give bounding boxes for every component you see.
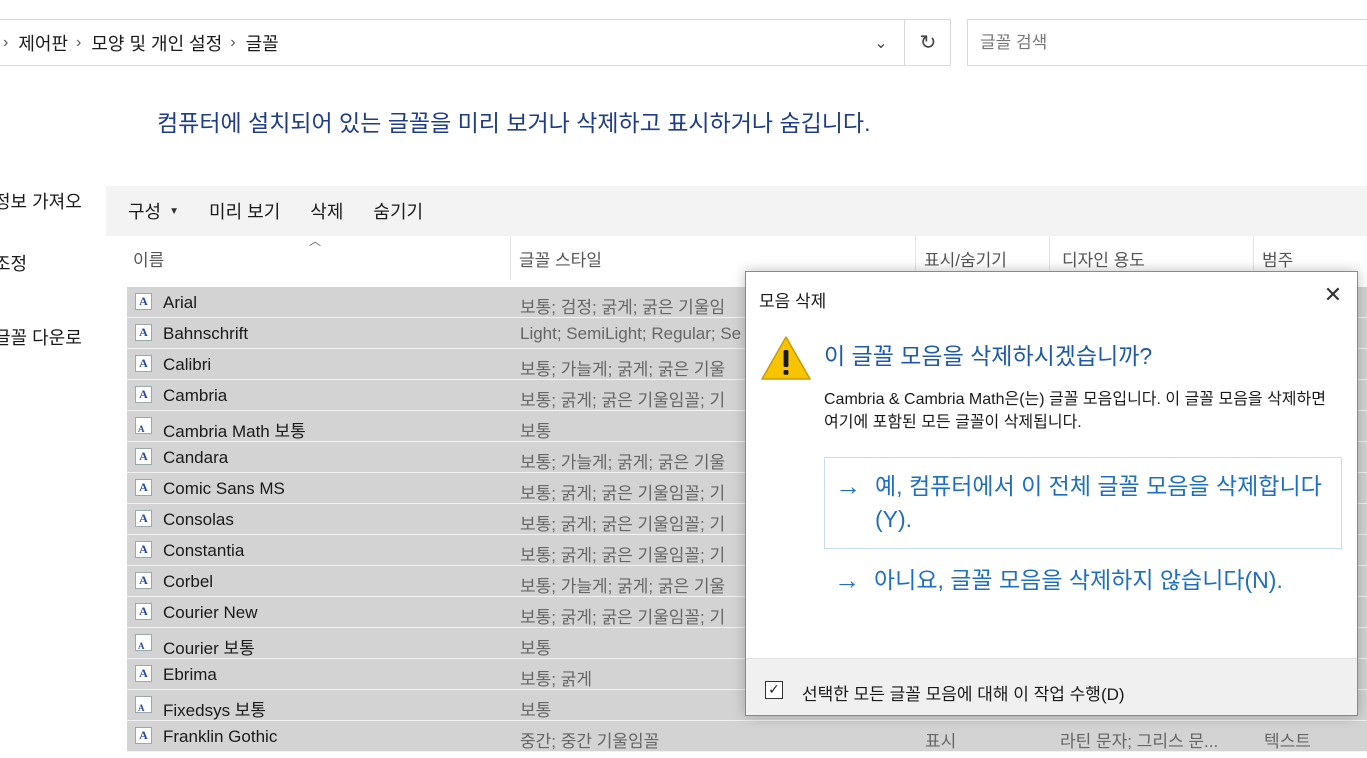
font-family-icon: A xyxy=(135,479,152,496)
warning-icon xyxy=(761,336,811,380)
font-style: 보통 xyxy=(520,701,552,720)
refresh-icon[interactable]: ↻ xyxy=(905,20,951,65)
font-style: 보통; 가늘게; 굵게; 굵은 기울 xyxy=(520,577,726,596)
organize-label: 구성 xyxy=(128,202,162,222)
font-style: Light; SemiLight; Regular; Se xyxy=(520,324,742,343)
breadcrumb: › 제어판 › 모양 및 개인 설정 › 글꼴 xyxy=(0,20,283,65)
arrow-right-icon: → xyxy=(835,471,861,501)
column-header-name[interactable]: 이름 xyxy=(125,236,511,280)
yes-option-label: 예, 컴퓨터에서 이 전체 글꼴 모음을 삭제합니다(Y). xyxy=(875,473,1322,532)
font-family-icon: A xyxy=(135,293,152,310)
font-name: Courier New xyxy=(163,603,258,622)
delete-family-dialog: 모음 삭제 ✕ 이 글꼴 모음을 삭제하시겠습니까? Cambria & Cam… xyxy=(745,271,1358,716)
font-name: Constantia xyxy=(163,541,245,560)
hide-button[interactable]: 숨기기 xyxy=(358,186,438,236)
font-style: 보통; 검정; 굵게; 굵은 기울임 xyxy=(520,298,726,317)
dialog-footer: ✓ 선택한 모든 글꼴 모음에 대해 이 작업 수행(D) xyxy=(746,658,1357,715)
crumb-appearance[interactable]: 모양 및 개인 설정 xyxy=(91,30,222,56)
font-family-icon: A xyxy=(135,727,152,744)
font-style: 보통; 굵게; 굵은 기울임꼴; 기 xyxy=(520,515,726,534)
font-name: Ebrima xyxy=(163,665,217,684)
arrow-right-icon: → xyxy=(834,565,860,595)
font-name: Courier 보통 xyxy=(163,639,255,658)
font-style: 보통; 가늘게; 굵게; 굵은 기울 xyxy=(520,360,726,379)
font-family-icon: A xyxy=(135,510,152,527)
organize-button[interactable]: 구성 ▼ xyxy=(106,186,194,236)
font-name: Comic Sans MS xyxy=(163,479,285,498)
left-nav-adjust[interactable]: 조정 xyxy=(0,250,27,276)
font-family-icon: A xyxy=(135,665,152,682)
font-style: 보통; 굵게; 굵은 기울임꼴; 기 xyxy=(520,546,726,565)
search-input[interactable] xyxy=(968,20,1367,65)
command-bar: 구성 ▼ 미리 보기 삭제 숨기기 xyxy=(106,186,1367,236)
font-file-icon: A xyxy=(135,696,152,713)
font-family-icon: A xyxy=(135,324,152,341)
font-show-hide: 표시 xyxy=(925,732,957,751)
font-name: Arial xyxy=(163,293,198,312)
search-box[interactable] xyxy=(967,19,1367,66)
chevron-right-icon[interactable]: › xyxy=(76,34,81,52)
font-style: 보통 xyxy=(520,422,552,441)
font-name: Corbel xyxy=(163,572,214,591)
font-style: 보통; 가늘게; 굵게; 굵은 기울 xyxy=(520,453,726,472)
font-name: Fixedsys 보통 xyxy=(163,701,267,720)
delete-button[interactable]: 삭제 xyxy=(295,186,358,236)
apply-all-checkbox[interactable]: ✓ xyxy=(765,681,783,699)
apply-all-label[interactable]: 선택한 모든 글꼴 모음에 대해 이 작업 수행(D) xyxy=(802,680,1125,705)
font-name: Calibri xyxy=(163,355,212,374)
font-name: Cambria xyxy=(163,386,228,405)
crumb-control-panel[interactable]: 제어판 xyxy=(18,30,68,56)
no-option-label: 아니요, 글꼴 모음을 삭제하지 않습니다(N). xyxy=(874,567,1283,593)
font-style: 중간; 중간 기울임꼴 xyxy=(520,732,660,751)
address-bar[interactable]: › 제어판 › 모양 및 개인 설정 › 글꼴 ⌄ ↻ xyxy=(0,19,951,66)
font-style: 보통; 굵게; 굵은 기울임꼴; 기 xyxy=(520,391,726,410)
font-category: 텍스트 xyxy=(1264,732,1311,751)
font-file-icon: A xyxy=(135,417,152,434)
left-nav-download[interactable]: 글꼴 다운로 xyxy=(0,324,82,350)
font-name: Bahnschrift xyxy=(163,324,249,343)
font-name: Candara xyxy=(163,448,229,467)
font-style: 보통 xyxy=(520,639,552,658)
yes-delete-option[interactable]: → 예, 컴퓨터에서 이 전체 글꼴 모음을 삭제합니다(Y). xyxy=(824,457,1342,549)
font-design: 라틴 문자; 그리스 문... xyxy=(1060,732,1219,751)
font-name: Cambria Math 보통 xyxy=(163,422,306,441)
caret-down-icon: ▼ xyxy=(169,205,180,217)
font-family-icon: A xyxy=(135,541,152,558)
dialog-question: 이 글꼴 모음을 삭제하시겠습니까? xyxy=(824,343,1153,369)
chevron-down-icon[interactable]: ⌄ xyxy=(859,20,903,65)
no-keep-option[interactable]: → 아니요, 글꼴 모음을 삭제하지 않습니다(N). xyxy=(824,552,1342,644)
font-family-icon: A xyxy=(135,355,152,372)
font-family-icon: A xyxy=(135,603,152,620)
font-style: 보통; 굵게; 굵은 기울임꼴; 기 xyxy=(520,484,726,503)
table-row[interactable]: A Franklin Gothic 중간; 중간 기울임꼴 표시 라틴 문자; 그리스 … xyxy=(127,721,1367,752)
dialog-title: 모음 삭제 xyxy=(759,292,827,311)
font-family-icon: A xyxy=(135,572,152,589)
crumb-fonts[interactable]: 글꼴 xyxy=(246,30,279,56)
chevron-right-icon: › xyxy=(3,33,9,51)
font-family-icon: A xyxy=(135,386,152,403)
chevron-right-icon[interactable]: › xyxy=(230,34,235,52)
font-name: Franklin Gothic xyxy=(163,727,278,746)
font-family-icon: A xyxy=(135,448,152,465)
page-title: 컴퓨터에 설치되어 있는 글꼴을 미리 보거나 삭제하고 표시하거나 숨깁니다. xyxy=(157,110,871,136)
font-style: 보통; 굵게; 굵은 기울임꼴; 기 xyxy=(520,608,726,627)
preview-button[interactable]: 미리 보기 xyxy=(194,186,295,236)
left-nav-get-info[interactable]: 정보 가져오 xyxy=(0,188,82,214)
dialog-message: Cambria & Cambria Math은(는) 글꼴 모음입니다. 이 글… xyxy=(824,391,1326,431)
font-file-icon: A xyxy=(135,634,152,651)
font-style: 보통; 굵게 xyxy=(520,670,593,689)
close-icon[interactable]: ✕ xyxy=(1318,280,1348,310)
font-name: Consolas xyxy=(163,510,234,529)
